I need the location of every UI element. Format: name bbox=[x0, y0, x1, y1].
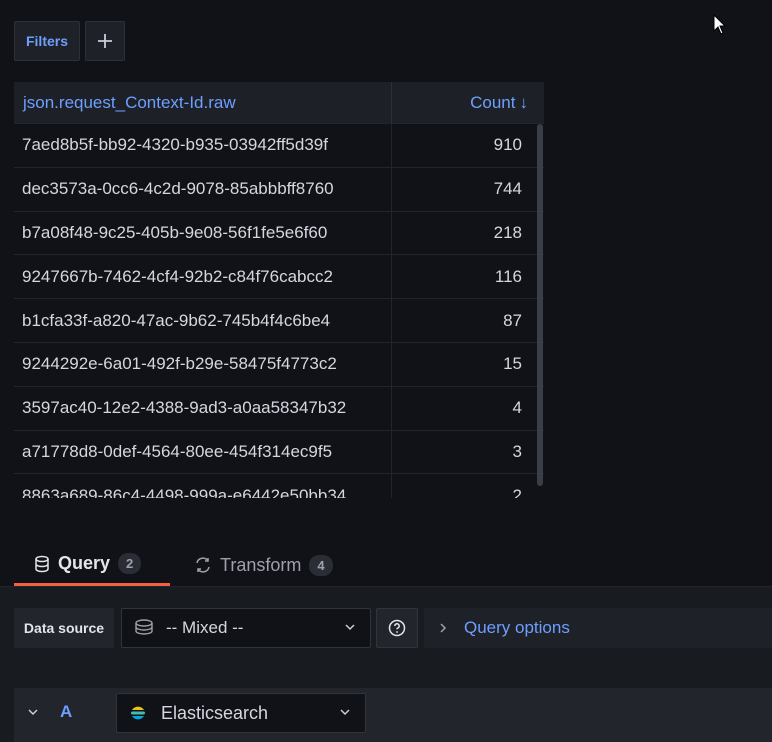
cell-count: 218 bbox=[493, 222, 522, 242]
query-options-toggle[interactable]: Query options bbox=[424, 608, 772, 648]
cell-count: 116 bbox=[494, 266, 522, 286]
table-body: 7aed8b5f-bb92-4320-b935-03942ff5d39f 910 … bbox=[14, 124, 544, 498]
question-circle-icon bbox=[388, 619, 406, 637]
tab-query-label: Query bbox=[58, 553, 111, 573]
cell-count: 3 bbox=[512, 441, 522, 461]
editor-tabs: Query 2 Transform 4 bbox=[14, 544, 351, 588]
query-datasource-select[interactable]: Elasticsearch bbox=[116, 693, 366, 733]
chevron-down-icon bbox=[340, 709, 350, 716]
cell-key: 9244292e-6a01-492f-b29e-58475f4773c2 bbox=[14, 342, 392, 386]
cell-count: 744 bbox=[493, 179, 522, 199]
database-icon bbox=[35, 555, 49, 572]
chevron-right-icon bbox=[440, 623, 447, 633]
cell-count: 910 bbox=[493, 135, 522, 155]
data-source-label: Data source bbox=[14, 608, 114, 648]
cell-count: 4 bbox=[512, 398, 522, 418]
cell-count: 2 bbox=[512, 485, 522, 498]
cell-key: 9247667b-7462-4cf4-92b2-c84f76cabcc2 bbox=[14, 255, 392, 299]
query-datasource-value: Elasticsearch bbox=[161, 702, 269, 723]
mouse-cursor-icon bbox=[713, 14, 727, 35]
tab-query[interactable]: Query 2 bbox=[14, 544, 170, 586]
cell-key: b1cfa33f-a820-47ac-9b62-745b4f4c6be4 bbox=[14, 299, 392, 342]
table-row: dec3573a-0cc6-4c2d-9078-85abbbff8760 744 bbox=[14, 167, 544, 212]
data-source-select[interactable]: -- Mixed -- bbox=[121, 608, 371, 648]
tab-transform-label: Transform bbox=[220, 554, 302, 575]
table-row: b1cfa33f-a820-47ac-9b62-745b4f4c6be4 87 bbox=[14, 299, 544, 343]
cell-count: 87 bbox=[503, 310, 522, 330]
cell-key: 8863a689-86c4-4498-999a-e6442e50bb34 bbox=[14, 474, 392, 498]
table-scrollbar[interactable] bbox=[537, 124, 543, 486]
sort-desc-icon: ↓ bbox=[519, 92, 529, 112]
column-header-count[interactable]: Count ↓ bbox=[392, 82, 544, 123]
data-source-help-button[interactable] bbox=[376, 608, 418, 648]
table-row: 3597ac40-12e2-4388-9ad3-a0aa58347b32 4 bbox=[14, 386, 544, 431]
tab-transform-count: 4 bbox=[309, 554, 333, 576]
tab-query-count: 2 bbox=[118, 553, 142, 574]
chevron-down-icon bbox=[345, 624, 355, 631]
cell-count: 15 bbox=[503, 354, 522, 374]
cell-key: 7aed8b5f-bb92-4320-b935-03942ff5d39f bbox=[14, 124, 392, 167]
panel-editor: Filters json.request_Context-Id.raw Coun… bbox=[0, 0, 772, 742]
query-options-label: Query options bbox=[464, 618, 570, 637]
column-header-count-label: Count bbox=[470, 92, 516, 112]
table-header: json.request_Context-Id.raw Count ↓ bbox=[14, 82, 544, 124]
transform-icon bbox=[196, 557, 210, 573]
plus-icon bbox=[98, 34, 112, 48]
cell-key: b7a08f48-9c25-405b-9e08-56f1fe5e6f60 bbox=[14, 211, 392, 255]
collapse-chevron-icon[interactable] bbox=[26, 705, 40, 719]
table-row: b7a08f48-9c25-405b-9e08-56f1fe5e6f60 218 bbox=[14, 211, 544, 256]
elasticsearch-icon bbox=[131, 706, 145, 720]
data-source-value: -- Mixed -- bbox=[166, 618, 244, 637]
mixed-datasource-icon bbox=[135, 619, 153, 635]
query-ref-id[interactable]: A bbox=[60, 702, 72, 722]
table-row: 9247667b-7462-4cf4-92b2-c84f76cabcc2 116 bbox=[14, 255, 544, 300]
tab-transform[interactable]: Transform 4 bbox=[174, 544, 351, 586]
table-row: 9244292e-6a01-492f-b29e-58475f4773c2 15 bbox=[14, 342, 544, 387]
cell-key: 3597ac40-12e2-4388-9ad3-a0aa58347b32 bbox=[14, 386, 392, 430]
table-row: 7aed8b5f-bb92-4320-b935-03942ff5d39f 910 bbox=[14, 124, 544, 168]
table-row: a71778d8-0def-4564-80ee-454f314ec9f5 3 bbox=[14, 430, 544, 475]
cell-key: dec3573a-0cc6-4c2d-9078-85abbbff8760 bbox=[14, 167, 392, 211]
column-header-key[interactable]: json.request_Context-Id.raw bbox=[14, 82, 392, 123]
add-filter-button[interactable] bbox=[85, 21, 125, 61]
results-table: json.request_Context-Id.raw Count ↓ 7aed… bbox=[14, 82, 544, 498]
filters-button[interactable]: Filters bbox=[14, 21, 80, 61]
table-row: 8863a689-86c4-4498-999a-e6442e50bb34 2 bbox=[14, 474, 544, 498]
cell-key: a71778d8-0def-4564-80ee-454f314ec9f5 bbox=[14, 430, 392, 474]
